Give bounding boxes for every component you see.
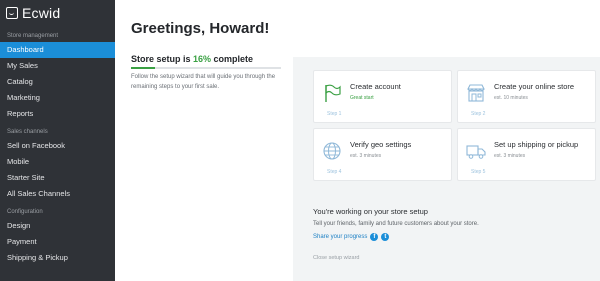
setup-percent: 16% <box>193 54 212 64</box>
page-title: Greetings, Howard! <box>131 20 270 37</box>
sidebar-item-my-sales[interactable]: My Sales <box>0 58 115 74</box>
sidebar-item-dashboard[interactable]: Dashboard <box>0 42 115 58</box>
sidebar-item-shipping-pickup[interactable]: Shipping & Pickup <box>0 250 115 266</box>
brand[interactable]: Ecwid <box>0 0 115 26</box>
sidebar-item-design[interactable]: Design <box>0 218 115 234</box>
card-step: Step 4 <box>327 169 342 175</box>
section-title-sales-channels: Sales channels <box>7 129 48 135</box>
setup-status-title: Store setup is 16% complete <box>131 54 253 64</box>
card-verify-geo-settings[interactable]: Verify geo settings est. 3 minutes Step … <box>313 128 452 181</box>
card-title: Create your online store <box>494 82 575 91</box>
card-subtitle: est. 3 minutes <box>494 153 526 159</box>
close-setup-wizard-link[interactable]: Close setup wizard <box>313 255 359 261</box>
setup-progress-fill <box>131 67 155 69</box>
card-step: Step 2 <box>471 111 486 117</box>
working-title: You're working on your store setup <box>313 207 428 216</box>
sidebar-item-marketing[interactable]: Marketing <box>0 90 115 106</box>
sidebar: Ecwid Store management Dashboard My Sale… <box>0 0 115 281</box>
setup-title-prefix: Store setup is <box>131 54 194 64</box>
card-create-online-store[interactable]: Create your online store est. 10 minutes… <box>457 70 596 123</box>
setup-description: Follow the setup wizard that will guide … <box>131 74 276 90</box>
card-step: Step 1 <box>327 111 342 117</box>
share-progress: Share your progress f t <box>313 233 390 241</box>
main-content: Greetings, Howard! Store setup is 16% co… <box>115 0 600 281</box>
card-title: Set up shipping or pickup <box>494 140 579 149</box>
working-description: Tell your friends, family and future cus… <box>313 221 479 227</box>
sidebar-item-mobile[interactable]: Mobile <box>0 154 115 170</box>
sidebar-item-catalog[interactable]: Catalog <box>0 74 115 90</box>
truck-icon <box>466 145 486 159</box>
storefront-icon <box>467 84 485 102</box>
globe-icon <box>323 142 341 160</box>
card-step: Step 5 <box>471 169 486 175</box>
sidebar-item-sell-on-facebook[interactable]: Sell on Facebook <box>0 138 115 154</box>
sidebar-item-payment[interactable]: Payment <box>0 234 115 250</box>
facebook-icon[interactable]: f <box>370 233 379 241</box>
card-set-up-shipping[interactable]: Set up shipping or pickup est. 3 minutes… <box>457 128 596 181</box>
section-title-store-management: Store management <box>7 33 59 39</box>
card-subtitle: Great start <box>350 95 374 101</box>
sidebar-item-starter-site[interactable]: Starter Site <box>0 170 115 186</box>
card-create-account[interactable]: Create account Great start Step 1 <box>313 70 452 123</box>
flag-icon <box>325 84 341 102</box>
card-title: Create account <box>350 82 401 91</box>
sidebar-item-all-sales-channels[interactable]: All Sales Channels <box>0 186 115 202</box>
section-title-configuration: Configuration <box>7 209 43 215</box>
setup-wizard-panel: Create account Great start Step 1 Create… <box>293 57 600 281</box>
card-subtitle: est. 3 minutes <box>350 153 382 159</box>
setup-progress-bar <box>131 67 281 69</box>
brand-name: Ecwid <box>22 5 61 21</box>
setup-title-suffix: complete <box>211 54 254 64</box>
card-subtitle: est. 10 minutes <box>494 95 528 101</box>
sidebar-item-reports[interactable]: Reports <box>0 106 115 122</box>
card-title: Verify geo settings <box>350 140 412 149</box>
shopping-bag-logo-icon <box>6 7 18 19</box>
share-progress-link[interactable]: Share your progress <box>313 234 367 240</box>
twitter-icon[interactable]: t <box>381 233 390 241</box>
